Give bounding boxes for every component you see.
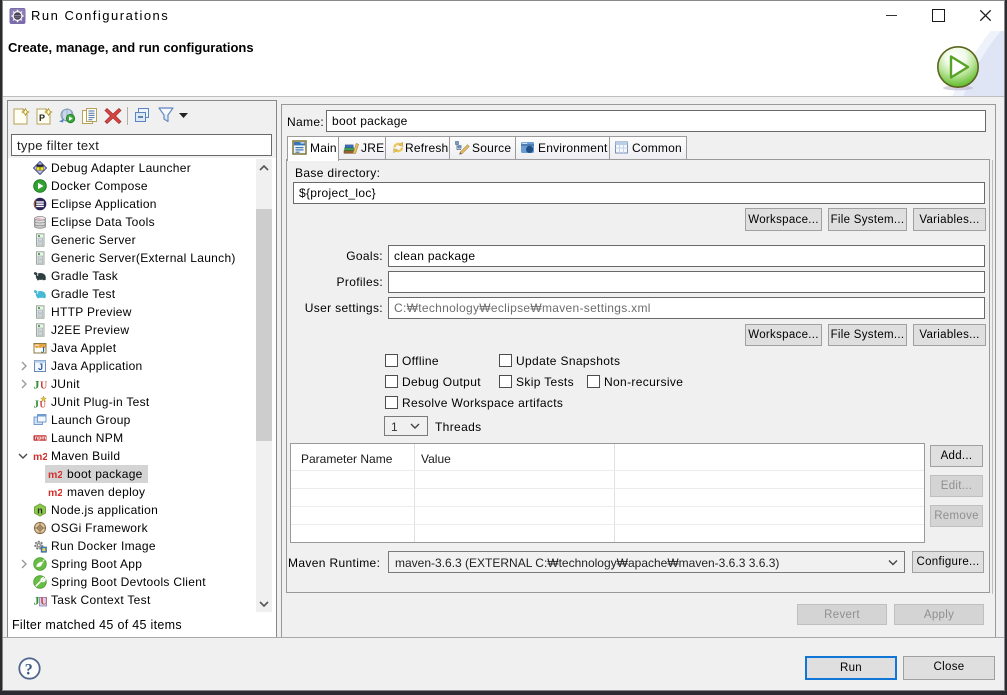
svg-text:J: J (34, 378, 40, 392)
svg-text:J: J (38, 362, 43, 372)
svg-text:J: J (34, 594, 40, 608)
svg-text:n: n (37, 506, 43, 516)
svg-text:m2: m2 (33, 451, 47, 463)
svg-text:U: U (40, 381, 47, 392)
svg-text:m2: m2 (48, 469, 62, 481)
svg-text:P: P (39, 113, 45, 123)
svg-text:U: U (40, 597, 47, 608)
svg-text:U: U (40, 400, 47, 410)
svg-text:J: J (41, 346, 45, 355)
svg-text:npm: npm (35, 436, 47, 442)
svg-text:?: ? (25, 662, 33, 679)
svg-text:m2: m2 (48, 487, 62, 499)
